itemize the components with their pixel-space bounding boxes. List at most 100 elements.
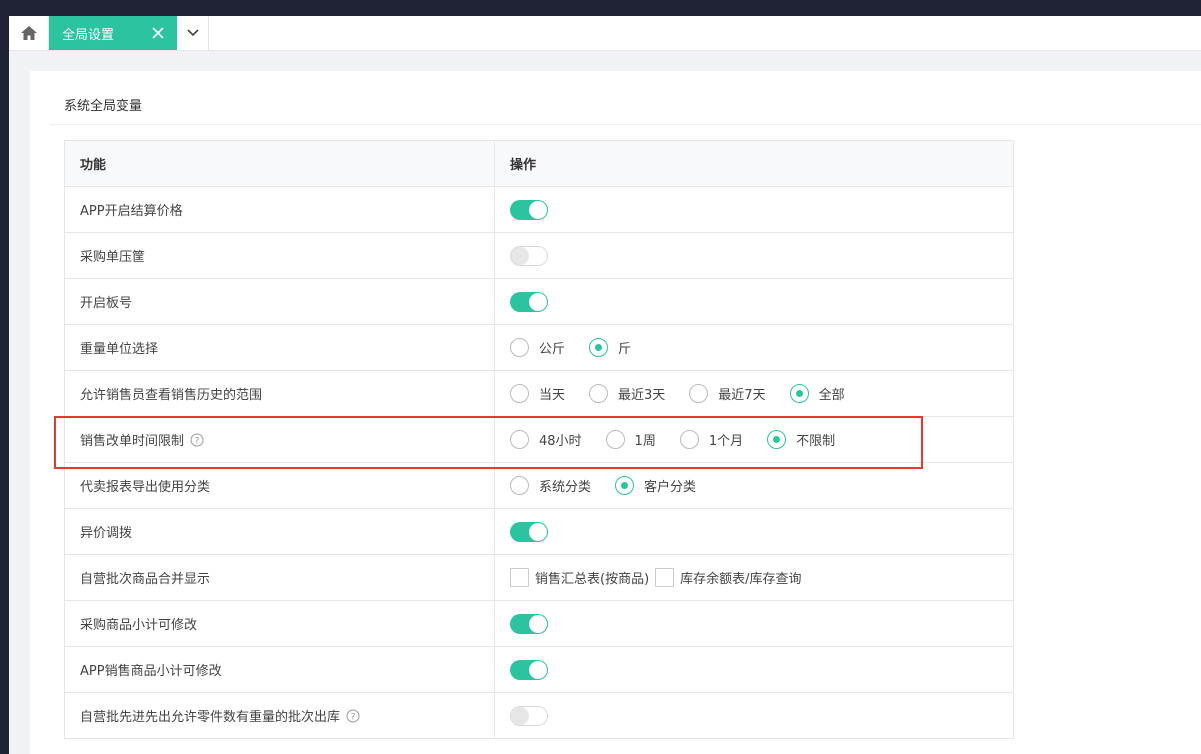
radio-option[interactable]: 系统分类 — [510, 476, 591, 495]
radio-option[interactable]: 客户分类 — [615, 476, 696, 495]
tab-global-settings-label: 全局设置 — [62, 27, 115, 43]
radio-circle[interactable] — [767, 430, 787, 449]
table-row: 采购商品小计可修改 — [65, 601, 1013, 647]
radio-circle[interactable] — [589, 338, 609, 357]
toggle-switch[interactable] — [510, 705, 548, 726]
toggle-switch[interactable] — [510, 613, 548, 634]
setting-label: 重量单位选择 — [80, 342, 159, 357]
checkbox-option[interactable]: 销售汇总表(按商品) — [510, 568, 649, 587]
radio-option[interactable]: 斤 — [589, 338, 631, 357]
radio-label: 1周 — [634, 434, 656, 449]
radio-option[interactable]: 最近3天 — [589, 384, 665, 403]
setting-label: 代卖报表导出使用分类 — [80, 480, 211, 495]
setting-label: 允许销售员查看销售历史的范围 — [80, 388, 263, 403]
chevron-down-icon — [186, 29, 199, 37]
setting-control-cell — [495, 187, 1013, 232]
radio-label: 最近7天 — [718, 388, 766, 403]
radio-circle[interactable] — [510, 430, 529, 449]
toggle-switch[interactable] — [510, 199, 548, 220]
table-row: 重量单位选择 公斤 斤 — [65, 325, 1013, 371]
home-tab[interactable] — [9, 16, 49, 50]
radio-circle[interactable] — [789, 384, 809, 403]
toggle-switch[interactable] — [510, 659, 548, 680]
toggle-knob — [529, 614, 547, 633]
setting-control-cell — [495, 693, 1013, 738]
radio-circle[interactable] — [589, 384, 609, 403]
setting-label: 自营批先进先出允许零件数有重量的批次出库 — [80, 710, 341, 725]
radio-circle[interactable] — [510, 338, 529, 357]
radio-circle[interactable] — [605, 430, 625, 449]
checkbox-box[interactable] — [510, 568, 529, 587]
setting-control-cell — [495, 279, 1013, 324]
setting-label: APP销售商品小计可修改 — [80, 664, 222, 679]
setting-label-cell: 代卖报表导出使用分类 — [65, 463, 495, 508]
radio-option[interactable]: 不限制 — [767, 430, 835, 449]
setting-label-cell: 异价调拨 — [65, 509, 495, 554]
help-icon[interactable]: ? — [190, 433, 204, 447]
checkbox-option[interactable]: 库存余额表/库存查询 — [655, 568, 802, 587]
column-header-operation: 操作 — [510, 158, 537, 173]
radio-label: 斤 — [618, 342, 632, 357]
radio-circle[interactable] — [689, 384, 709, 403]
radio-label: 最近3天 — [618, 388, 666, 403]
help-icon[interactable]: ? — [346, 709, 360, 723]
toggle-knob — [511, 246, 529, 265]
setting-control-cell: 48小时 1周 1个月 不限制 — [495, 417, 1013, 462]
table-row: 异价调拨 — [65, 509, 1013, 555]
radio-option[interactable]: 全部 — [789, 384, 845, 403]
table-row: 采购单压筐 — [65, 233, 1013, 279]
radio-option[interactable]: 公斤 — [510, 338, 565, 357]
setting-label: 销售改单时间限制 — [80, 434, 185, 449]
setting-label: 开启板号 — [80, 296, 133, 311]
toggle-knob — [529, 292, 547, 311]
table-row: 自营批先进先出允许零件数有重量的批次出库? — [65, 693, 1013, 739]
radio-circle[interactable] — [510, 384, 529, 403]
radio-circle[interactable] — [679, 430, 699, 449]
setting-control-cell — [495, 647, 1013, 692]
radio-label: 系统分类 — [539, 480, 592, 495]
column-header-function: 功能 — [65, 141, 495, 186]
setting-control-cell — [495, 233, 1013, 278]
radio-circle[interactable] — [510, 476, 529, 495]
setting-label-cell: 自营批先进先出允许零件数有重量的批次出库? — [65, 693, 495, 738]
table-row: 代卖报表导出使用分类 系统分类 客户分类 — [65, 463, 1013, 509]
home-icon — [20, 26, 37, 40]
table-header: 功能 操作 — [65, 141, 1013, 187]
toggle-knob — [511, 706, 529, 725]
setting-control-cell: 公斤 斤 — [495, 325, 1013, 370]
setting-label: 自营批次商品合并显示 — [80, 572, 211, 587]
radio-option[interactable]: 1周 — [605, 430, 656, 449]
checkbox-box[interactable] — [655, 568, 675, 587]
setting-label-cell: 销售改单时间限制? — [65, 417, 495, 462]
toggle-switch[interactable] — [510, 245, 548, 266]
setting-label-cell: 开启板号 — [65, 279, 495, 324]
radio-option[interactable]: 1个月 — [679, 430, 744, 449]
tab-global-settings[interactable]: 全局设置 — [49, 16, 177, 50]
svg-text:?: ? — [195, 436, 200, 446]
toggle-knob — [529, 660, 547, 679]
setting-control-cell: 当天 最近3天 最近7天 全部 — [495, 371, 1013, 416]
radio-option[interactable]: 最近7天 — [689, 384, 766, 403]
tab-bar: 全局设置 — [9, 16, 1201, 51]
setting-label: 异价调拨 — [80, 526, 133, 541]
radio-label: 1个月 — [708, 434, 744, 449]
radio-circle[interactable] — [615, 476, 635, 495]
table-row: 自营批次商品合并显示 销售汇总表(按商品) 库存余额表/库存查询 — [65, 555, 1013, 601]
setting-label-cell: 采购商品小计可修改 — [65, 601, 495, 646]
window-top-strip — [0, 0, 1201, 16]
setting-control-cell — [495, 601, 1013, 646]
toggle-knob — [529, 200, 547, 219]
radio-label: 48小时 — [539, 434, 582, 449]
tab-dropdown-button[interactable] — [177, 16, 209, 50]
checkbox-label: 销售汇总表(按商品) — [535, 572, 650, 587]
toggle-switch[interactable] — [510, 521, 548, 542]
close-icon[interactable] — [149, 24, 167, 42]
svg-text:?: ? — [351, 712, 356, 722]
setting-label-cell: APP开启结算价格 — [65, 187, 495, 232]
card-title: 系统全局变量 — [64, 99, 143, 114]
radio-option[interactable]: 48小时 — [510, 430, 582, 449]
toggle-switch[interactable] — [510, 291, 548, 312]
setting-label-cell: 采购单压筐 — [65, 233, 495, 278]
radio-option[interactable]: 当天 — [510, 384, 565, 403]
radio-label: 全部 — [818, 388, 845, 403]
